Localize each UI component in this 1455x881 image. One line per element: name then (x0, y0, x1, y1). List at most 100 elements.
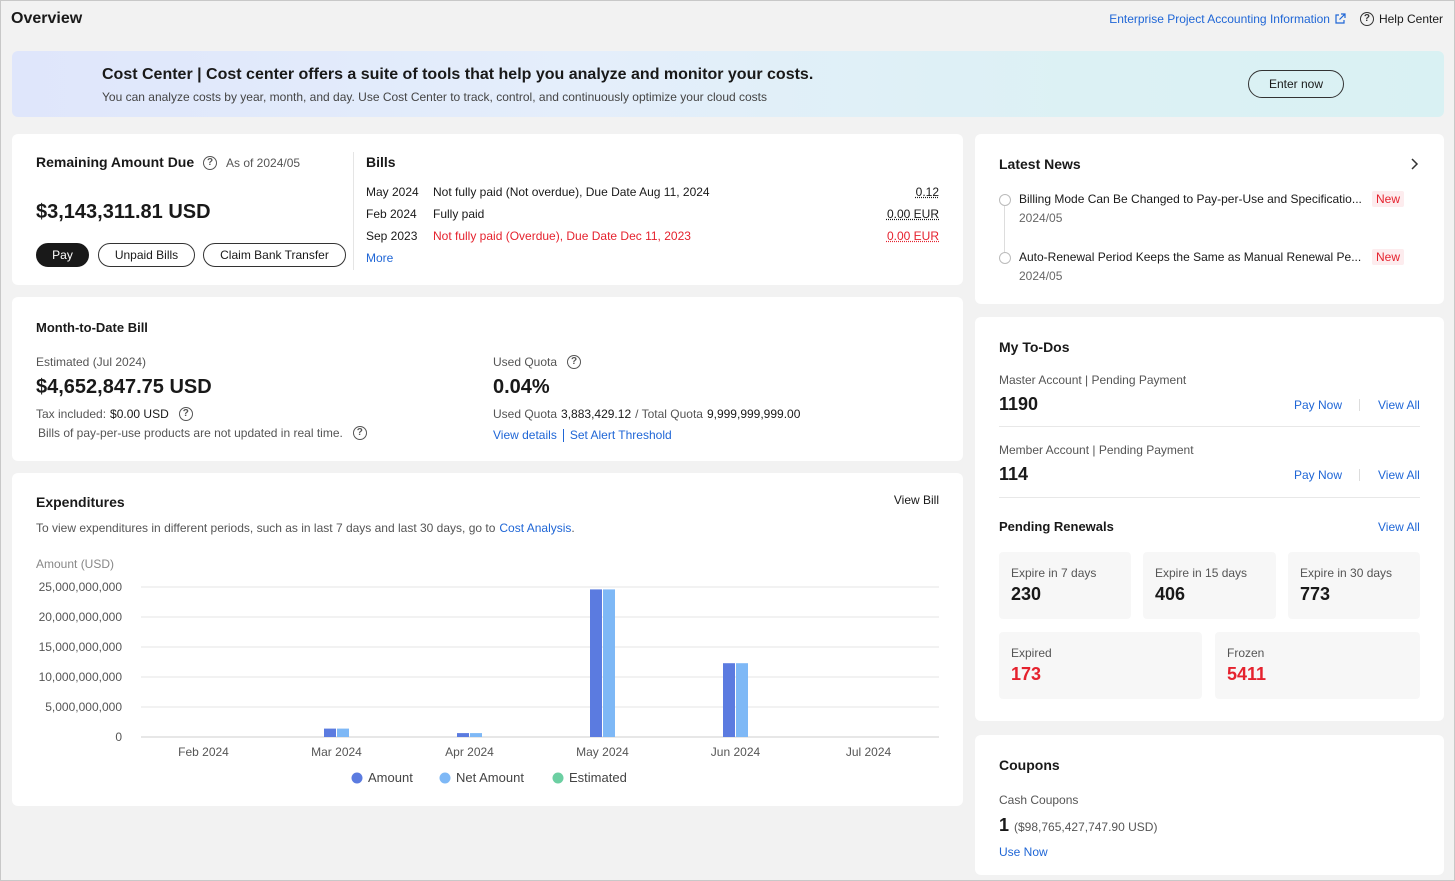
news-item-title[interactable]: Billing Mode Can Be Changed to Pay-per-U… (1019, 192, 1364, 206)
mtd-title: Month-to-Date Bill (36, 320, 148, 335)
note-help-icon[interactable]: ? (352, 426, 367, 440)
legend-label: Net Amount (456, 770, 524, 785)
coupons-title: Coupons (999, 757, 1060, 773)
renewal-tile-15-days[interactable]: Expire in 15 days 406 (1143, 552, 1276, 619)
used-quota-label: Used Quota (493, 407, 558, 421)
quota-label: Used Quota (493, 355, 558, 369)
bar-net-amount (470, 733, 482, 737)
bill-row[interactable]: May 2024 Not fully paid (Not overdue), D… (366, 185, 939, 201)
renewal-tile-frozen[interactable]: Frozen 5411 (1215, 632, 1420, 699)
y-tick-label: 10,000,000,000 (39, 670, 123, 684)
renewal-tile-30-days[interactable]: Expire in 30 days 773 (1288, 552, 1420, 619)
cash-coupons-label: Cash Coupons (999, 793, 1079, 807)
tax-value: $0.00 USD (110, 407, 169, 421)
y-tick-label: 15,000,000,000 (39, 640, 123, 654)
enter-now-button[interactable]: Enter now (1248, 70, 1344, 98)
remaining-title: Remaining Amount Due (36, 154, 195, 170)
pending-renewals-title: Pending Renewals (999, 519, 1114, 534)
bar-net-amount (337, 728, 349, 737)
help-icon: ? (1359, 12, 1374, 26)
enterprise-project-link[interactable]: Enterprise Project Accounting Informatio… (1109, 12, 1346, 26)
coupon-summary: 1 ($98,765,427,747.90 USD) (999, 815, 1157, 836)
tile-label: Expired (1011, 646, 1052, 660)
bill-row[interactable]: Feb 2024 Fully paid 0.00 EUR (366, 207, 939, 223)
bar-net-amount (736, 663, 748, 737)
renewal-tile-7-days[interactable]: Expire in 7 days 230 (999, 552, 1131, 619)
claim-bank-transfer-button[interactable]: Claim Bank Transfer (203, 243, 346, 267)
chevron-right-icon[interactable] (1409, 158, 1419, 170)
quota-links: View details Set Alert Threshold (493, 428, 672, 442)
x-tick-label: Feb 2024 (178, 745, 229, 759)
note-line: Bills of pay-per-use products are not up… (38, 426, 367, 440)
bill-amount[interactable]: 0.00 EUR (887, 207, 939, 221)
news-item-title[interactable]: Auto-Renewal Period Keeps the Same as Ma… (1019, 250, 1364, 264)
x-tick-label: Jun 2024 (711, 745, 761, 759)
quota-help-icon[interactable]: ? (567, 355, 582, 369)
news-item-date: 2024/05 (1019, 269, 1063, 283)
bill-month: Feb 2024 (366, 207, 417, 221)
bills-more-link[interactable]: More (366, 251, 393, 265)
bill-row[interactable]: Sep 2023 Not fully paid (Overdue), Due D… (366, 229, 939, 245)
bill-amount[interactable]: 0.00 EUR (887, 229, 939, 243)
remaining-amount-card: Remaining Amount Due ? As of 2024/05 $3,… (12, 134, 963, 285)
used-quota-value: 3,883,429.12 (561, 407, 632, 421)
coupon-count: 1 (999, 815, 1010, 835)
master-view-all-link[interactable]: View All (1378, 398, 1420, 412)
news-item[interactable]: Auto-Renewal Period Keeps the Same as Ma… (999, 249, 1420, 290)
tile-value: 173 (1011, 664, 1042, 684)
enterprise-project-label: Enterprise Project Accounting Informatio… (1109, 12, 1330, 26)
tax-label: Tax included: (36, 407, 107, 421)
bar-amount (324, 728, 336, 737)
x-tick-label: Mar 2024 (311, 745, 362, 759)
timeline-dot (999, 252, 1011, 264)
member-view-all-link[interactable]: View All (1378, 468, 1420, 482)
y-tick-label: 20,000,000,000 (39, 610, 123, 624)
bill-amount[interactable]: 0.12 (916, 185, 939, 199)
renewal-tile-expired[interactable]: Expired 173 (999, 632, 1202, 699)
tile-value: 5411 (1227, 664, 1267, 684)
todos-title: My To-Dos (999, 339, 1070, 355)
cost-center-banner: Cost Center | Cost center offers a suite… (12, 51, 1444, 117)
remaining-help-icon[interactable]: ? (203, 156, 217, 170)
coupons-card: Coupons Cash Coupons 1 ($98,765,427,747.… (975, 735, 1444, 875)
legend-label: Estimated (569, 770, 627, 785)
master-pay-now-link[interactable]: Pay Now (1294, 398, 1342, 412)
tile-label: Frozen (1227, 646, 1265, 660)
divider (999, 426, 1420, 427)
page-title: Overview (11, 10, 83, 27)
news-item[interactable]: Billing Mode Can Be Changed to Pay-per-U… (999, 191, 1420, 232)
legend-swatch (552, 772, 564, 784)
y-tick-label: 5,000,000,000 (45, 700, 122, 714)
news-title: Latest News (999, 156, 1081, 172)
legend-swatch (439, 772, 451, 784)
bar-amount (590, 589, 602, 737)
bill-status: Not fully paid (Not overdue), Due Date A… (433, 185, 710, 199)
latest-news-card: Latest News Billing Mode Can Be Changed … (975, 134, 1444, 304)
link-divider (1359, 469, 1360, 481)
unpaid-bills-button[interactable]: Unpaid Bills (98, 243, 195, 267)
tax-help-icon[interactable]: ? (178, 407, 193, 421)
total-quota-value: 9,999,999,999.00 (706, 407, 801, 421)
tile-value: 773 (1300, 584, 1331, 604)
bill-month: May 2024 (366, 185, 419, 199)
master-value: 1190 (999, 394, 1039, 414)
member-value: 114 (999, 464, 1029, 484)
help-center-link[interactable]: ? Help Center (1359, 12, 1443, 26)
banner-subtitle: You can analyze costs by year, month, an… (102, 90, 768, 104)
bill-status: Fully paid (433, 207, 485, 221)
set-alert-threshold-link[interactable]: Set Alert Threshold (570, 428, 672, 442)
member-pay-now-link[interactable]: Pay Now (1294, 468, 1342, 482)
remaining-amount: $3,143,311.81 USD (36, 201, 211, 223)
estimated-label: Estimated (Jul 2024) (36, 355, 147, 369)
view-details-link[interactable]: View details (493, 428, 557, 442)
pay-button[interactable]: Pay (36, 243, 89, 267)
y-tick-label: 25,000,000,000 (39, 580, 123, 594)
expenditures-chart: Amount (USD) 25,000,000,000 20,000,000,000… (36, 557, 939, 785)
link-divider (1359, 399, 1360, 411)
legend-swatch (351, 772, 363, 784)
total-quota-label: / Total Quota (635, 407, 703, 421)
banner-title: Cost Center | Cost center offers a suite… (102, 66, 814, 83)
x-tick-label: May 2024 (576, 745, 629, 759)
use-now-link[interactable]: Use Now (999, 845, 1048, 859)
renewals-view-all-link[interactable]: View All (1378, 520, 1420, 534)
